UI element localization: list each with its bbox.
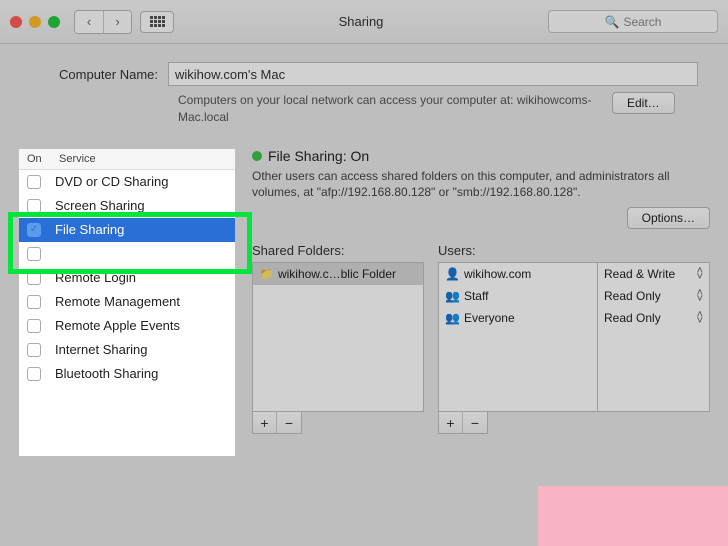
show-all-button[interactable] bbox=[140, 11, 174, 33]
checkbox-icon[interactable] bbox=[27, 319, 41, 333]
user-item[interactable]: 👥Everyone bbox=[439, 307, 597, 329]
status-description: Other users can access shared folders on… bbox=[252, 168, 710, 202]
search-placeholder: Search bbox=[623, 15, 661, 29]
checkbox-icon[interactable] bbox=[27, 271, 41, 285]
service-remote-management[interactable]: Remote Management bbox=[19, 290, 235, 314]
checkbox-icon[interactable] bbox=[27, 175, 41, 189]
add-folder-button[interactable]: + bbox=[253, 412, 277, 433]
computer-name-field[interactable]: wikihow.com's Mac bbox=[168, 62, 698, 86]
service-bluetooth-sharing[interactable]: Bluetooth Sharing bbox=[19, 362, 235, 386]
forward-button[interactable]: › bbox=[103, 11, 131, 33]
window-title: Sharing bbox=[182, 14, 540, 29]
permissions-list[interactable]: Read & Write˄˅ Read Only˄˅ Read Only˄˅ bbox=[598, 262, 710, 412]
stepper-icon[interactable]: ˄˅ bbox=[697, 290, 703, 302]
services-header: On Service bbox=[19, 149, 235, 170]
user-item[interactable]: 👤wikihow.com bbox=[439, 263, 597, 285]
checkbox-icon[interactable] bbox=[27, 223, 41, 237]
minimize-icon[interactable] bbox=[29, 16, 41, 28]
options-button[interactable]: Options… bbox=[627, 207, 710, 229]
services-list: On Service DVD or CD Sharing Screen Shar… bbox=[18, 148, 236, 457]
edit-button[interactable]: Edit… bbox=[612, 92, 675, 114]
users-addremove: + − bbox=[438, 412, 488, 434]
permission-item[interactable]: Read Only˄˅ bbox=[598, 285, 709, 307]
stepper-icon[interactable]: ˄˅ bbox=[697, 312, 703, 324]
shared-folders-list[interactable]: 📁 wikihow.c…blic Folder bbox=[252, 262, 424, 412]
status-title: File Sharing: On bbox=[268, 148, 369, 164]
permission-item[interactable]: Read Only˄˅ bbox=[598, 307, 709, 329]
close-icon[interactable] bbox=[10, 16, 22, 28]
folders-addremove: + − bbox=[252, 412, 302, 434]
remove-user-button[interactable]: − bbox=[463, 412, 487, 433]
back-button[interactable]: ‹ bbox=[75, 11, 103, 33]
grid-icon bbox=[150, 16, 165, 27]
search-icon: 🔍 bbox=[605, 15, 620, 29]
nav-buttons: ‹ › bbox=[74, 10, 132, 34]
computer-name-subtext: Computers on your local network can acce… bbox=[178, 92, 598, 126]
service-row[interactable] bbox=[19, 242, 235, 266]
add-user-button[interactable]: + bbox=[439, 412, 463, 433]
shared-folders-title: Shared Folders: bbox=[252, 243, 424, 258]
checkbox-icon[interactable] bbox=[27, 343, 41, 357]
checkbox-icon[interactable] bbox=[27, 247, 41, 261]
titlebar: ‹ › Sharing 🔍 Search bbox=[0, 0, 728, 44]
permission-item[interactable]: Read & Write˄˅ bbox=[598, 263, 709, 285]
status-led-icon bbox=[252, 151, 262, 161]
checkbox-icon[interactable] bbox=[27, 367, 41, 381]
search-input[interactable]: 🔍 Search bbox=[548, 10, 718, 33]
remove-folder-button[interactable]: − bbox=[277, 412, 301, 433]
window-controls bbox=[10, 16, 60, 28]
users-title: Users: bbox=[438, 243, 710, 258]
group-icon: 👥 bbox=[445, 311, 460, 325]
stepper-icon[interactable]: ˄˅ bbox=[697, 268, 703, 280]
checkbox-icon[interactable] bbox=[27, 199, 41, 213]
col-service: Service bbox=[59, 153, 96, 165]
computer-name-label: Computer Name: bbox=[18, 67, 158, 82]
service-screen-sharing[interactable]: Screen Sharing bbox=[19, 194, 235, 218]
group-icon: 👥 bbox=[445, 289, 460, 303]
service-file-sharing[interactable]: File Sharing bbox=[19, 218, 235, 242]
folder-icon: 📁 bbox=[259, 267, 274, 281]
service-dvd-sharing[interactable]: DVD or CD Sharing bbox=[19, 170, 235, 194]
person-icon: 👤 bbox=[445, 267, 460, 281]
service-remote-login[interactable]: Remote Login bbox=[19, 266, 235, 290]
status-line: File Sharing: On bbox=[252, 148, 710, 164]
service-remote-apple-events[interactable]: Remote Apple Events bbox=[19, 314, 235, 338]
zoom-icon[interactable] bbox=[48, 16, 60, 28]
watermark-overlay bbox=[538, 486, 728, 546]
users-list[interactable]: 👤wikihow.com 👥Staff 👥Everyone bbox=[438, 262, 598, 412]
user-item[interactable]: 👥Staff bbox=[439, 285, 597, 307]
col-on: On bbox=[27, 153, 59, 165]
checkbox-icon[interactable] bbox=[27, 295, 41, 309]
service-internet-sharing[interactable]: Internet Sharing bbox=[19, 338, 235, 362]
folder-item[interactable]: 📁 wikihow.c…blic Folder bbox=[253, 263, 423, 285]
